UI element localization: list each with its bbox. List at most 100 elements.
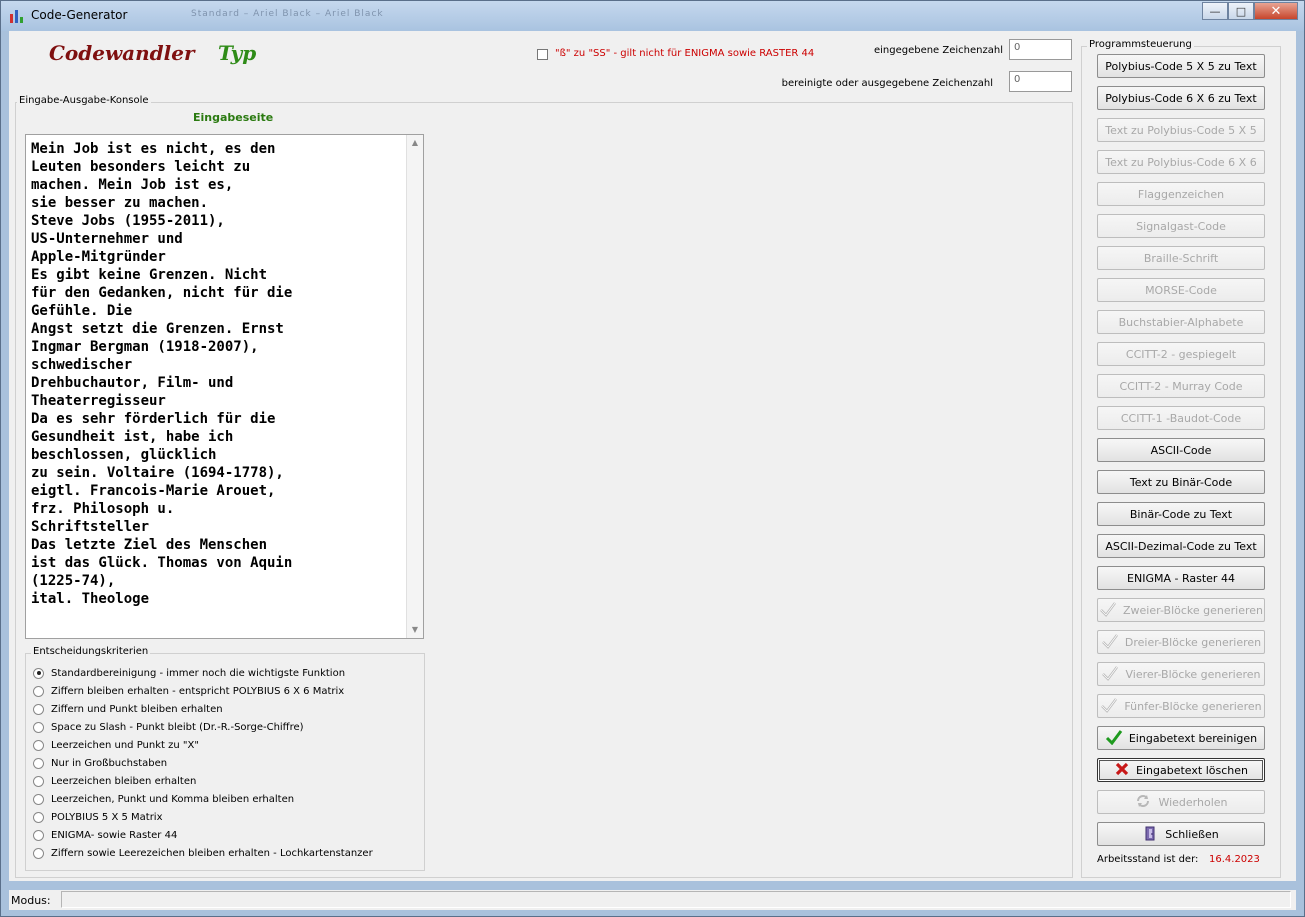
window-title-ghost: Standard – Ariel Black – Ariel Black <box>191 9 384 19</box>
criteria-option[interactable]: POLYBIUS 5 X 5 Matrix <box>33 809 163 825</box>
button-label: Polybius-Code 6 X 6 zu Text <box>1105 91 1257 105</box>
button-zweier-blöcke-generieren[interactable]: Zweier-Blöcke generieren <box>1097 598 1265 622</box>
window-controls: — □ ✕ <box>1202 2 1298 22</box>
button-flaggenzeichen[interactable]: Flaggenzeichen <box>1097 182 1265 206</box>
client-area: Codewandler Typ "ß" zu "SS" - gilt nicht… <box>9 31 1296 881</box>
criteria-option[interactable]: Leerzeichen bleiben erhalten <box>33 773 196 789</box>
scroll-up-icon[interactable]: ▲ <box>410 138 420 148</box>
button-ccitt-2-gespiegelt[interactable]: CCITT-2 - gespiegelt <box>1097 342 1265 366</box>
button-label: ASCII-Code <box>1150 443 1212 457</box>
status-bar: Modus: <box>9 890 1296 910</box>
criteria-option-label[interactable]: Leerzeichen bleiben erhalten <box>51 776 196 787</box>
criteria-option-label[interactable]: Standardbereinigung - immer noch die wic… <box>51 668 345 679</box>
button-eingabetext-bereinigen[interactable]: Eingabetext bereinigen <box>1097 726 1265 750</box>
criteria-option-label[interactable]: Space zu Slash - Punkt bleibt (Dr.-R.-So… <box>51 722 304 733</box>
criteria-option-label[interactable]: Ziffern sowie Leerezeichen bleiben erhal… <box>51 848 373 859</box>
output-count-field[interactable]: 0 <box>1009 71 1072 92</box>
check-outline-icon <box>1100 697 1118 716</box>
radio-button[interactable] <box>33 721 44 733</box>
button-ccitt-2-murray-code[interactable]: CCITT-2 - Murray Code <box>1097 374 1265 398</box>
maximize-icon[interactable]: □ <box>1228 2 1254 20</box>
button-label: CCITT-1 -Baudot-Code <box>1120 411 1242 425</box>
radio-button[interactable] <box>33 667 44 679</box>
criteria-option-label[interactable]: Leerzeichen, Punkt und Komma bleiben erh… <box>51 794 294 805</box>
button-binär-code-zu-text[interactable]: Binär-Code zu Text <box>1097 502 1265 526</box>
button-eingabetext-löschen[interactable]: Eingabetext löschen <box>1097 758 1265 782</box>
button-buchstabier-alphabete[interactable]: Buchstabier-Alphabete <box>1097 310 1265 334</box>
eszett-to-ss-checkbox[interactable] <box>537 49 548 60</box>
refresh-icon <box>1134 793 1152 812</box>
mode-field <box>61 891 1291 908</box>
radio-button[interactable] <box>33 685 44 697</box>
button-text-zu-polybius-code-6-x-6[interactable]: Text zu Polybius-Code 6 X 6 <box>1097 150 1265 174</box>
button-dreier-blöcke-generieren[interactable]: Dreier-Blöcke generieren <box>1097 630 1265 654</box>
criteria-option[interactable]: Ziffern und Punkt bleiben erhalten <box>33 701 223 717</box>
input-textarea[interactable]: Mein Job ist es nicht, es den Leuten bes… <box>25 134 424 639</box>
button-signalgast-code[interactable]: Signalgast-Code <box>1097 214 1265 238</box>
button-morse-code[interactable]: MORSE-Code <box>1097 278 1265 302</box>
radio-button[interactable] <box>33 775 44 787</box>
check-outline-icon <box>1099 601 1117 620</box>
criteria-option-label[interactable]: Ziffern bleiben erhalten - entspricht PO… <box>51 686 344 697</box>
criteria-option[interactable]: Leerzeichen, Punkt und Komma bleiben erh… <box>33 791 294 807</box>
criteria-option-label[interactable]: POLYBIUS 5 X 5 Matrix <box>51 812 163 823</box>
radio-button[interactable] <box>33 793 44 805</box>
scroll-down-icon[interactable]: ▼ <box>410 625 420 635</box>
button-label: Zweier-Blöcke generieren <box>1123 603 1263 617</box>
radio-button[interactable] <box>33 811 44 823</box>
button-label: Fünfer-Blöcke generieren <box>1124 699 1262 713</box>
exit-door-icon <box>1143 825 1159 844</box>
criteria-option[interactable]: Space zu Slash - Punkt bleibt (Dr.-R.-So… <box>33 719 304 735</box>
radio-button[interactable] <box>33 703 44 715</box>
criteria-option[interactable]: Standardbereinigung - immer noch die wic… <box>33 665 345 681</box>
button-ascii-code[interactable]: ASCII-Code <box>1097 438 1265 462</box>
program-control-title: Programmsteuerung <box>1087 39 1194 50</box>
app-icon <box>10 10 23 23</box>
criteria-option-label[interactable]: ENIGMA- sowie Raster 44 <box>51 830 177 841</box>
button-polybius-code-5-x-5-zu-text[interactable]: Polybius-Code 5 X 5 zu Text <box>1097 54 1265 78</box>
brand-typ: Typ <box>218 41 257 65</box>
button-fünfer-blöcke-generieren[interactable]: Fünfer-Blöcke generieren <box>1097 694 1265 718</box>
button-ccitt-1-baudot-code[interactable]: CCITT-1 -Baudot-Code <box>1097 406 1265 430</box>
radio-button[interactable] <box>33 847 44 859</box>
button-enigma-raster-44[interactable]: ENIGMA - Raster 44 <box>1097 566 1265 590</box>
button-label: Text zu Polybius-Code 6 X 6 <box>1105 155 1257 169</box>
button-text-zu-binär-code[interactable]: Text zu Binär-Code <box>1097 470 1265 494</box>
radio-button[interactable] <box>33 739 44 751</box>
criteria-option[interactable]: Ziffern bleiben erhalten - entspricht PO… <box>33 683 344 699</box>
button-label: CCITT-2 - Murray Code <box>1119 379 1243 393</box>
check-outline-icon <box>1101 665 1119 684</box>
criteria-option[interactable]: ENIGMA- sowie Raster 44 <box>33 827 177 843</box>
button-label: Flaggenzeichen <box>1137 187 1225 201</box>
input-text[interactable]: Mein Job ist es nicht, es den Leuten bes… <box>31 140 406 608</box>
button-label: Braille-Schrift <box>1143 251 1219 265</box>
criteria-option[interactable]: Ziffern sowie Leerezeichen bleiben erhal… <box>33 845 373 861</box>
radio-button[interactable] <box>33 829 44 841</box>
criteria-option[interactable]: Nur in Großbuchstaben <box>33 755 167 771</box>
eszett-to-ss-label[interactable]: "ß" zu "SS" - gilt nicht für ENIGMA sowi… <box>555 48 814 59</box>
button-polybius-code-6-x-6-zu-text[interactable]: Polybius-Code 6 X 6 zu Text <box>1097 86 1265 110</box>
button-braille-schrift[interactable]: Braille-Schrift <box>1097 246 1265 270</box>
radio-button[interactable] <box>33 757 44 769</box>
criteria-option[interactable]: Leerzeichen und Punkt zu "X" <box>33 737 199 753</box>
title-bar[interactable]: Code-Generator Standard – Ariel Black – … <box>1 1 1304 31</box>
criteria-option-label[interactable]: Ziffern und Punkt bleiben erhalten <box>51 704 223 715</box>
button-label: Signalgast-Code <box>1136 219 1226 233</box>
button-label: Dreier-Blöcke generieren <box>1124 635 1262 649</box>
button-label: CCITT-2 - gespiegelt <box>1125 347 1237 361</box>
button-vierer-blöcke-generieren[interactable]: Vierer-Blöcke generieren <box>1097 662 1265 686</box>
button-wiederholen[interactable]: Wiederholen <box>1097 790 1265 814</box>
close-icon[interactable]: ✕ <box>1254 2 1298 20</box>
input-count-field[interactable]: 0 <box>1009 39 1072 60</box>
button-label: Text zu Polybius-Code 5 X 5 <box>1105 123 1257 137</box>
check-outline-icon <box>1101 633 1119 652</box>
button-text-zu-polybius-code-5-x-5[interactable]: Text zu Polybius-Code 5 X 5 <box>1097 118 1265 142</box>
vertical-scrollbar[interactable]: ▲ ▼ <box>406 135 423 638</box>
button-label: MORSE-Code <box>1145 283 1217 297</box>
work-status-label: Arbeitsstand ist der: <box>1097 854 1199 865</box>
criteria-option-label[interactable]: Leerzeichen und Punkt zu "X" <box>51 740 199 751</box>
button-schließen[interactable]: Schließen <box>1097 822 1265 846</box>
criteria-option-label[interactable]: Nur in Großbuchstaben <box>51 758 167 769</box>
minimize-icon[interactable]: — <box>1202 2 1228 20</box>
button-ascii-dezimal-code-zu-text[interactable]: ASCII-Dezimal-Code zu Text <box>1097 534 1265 558</box>
